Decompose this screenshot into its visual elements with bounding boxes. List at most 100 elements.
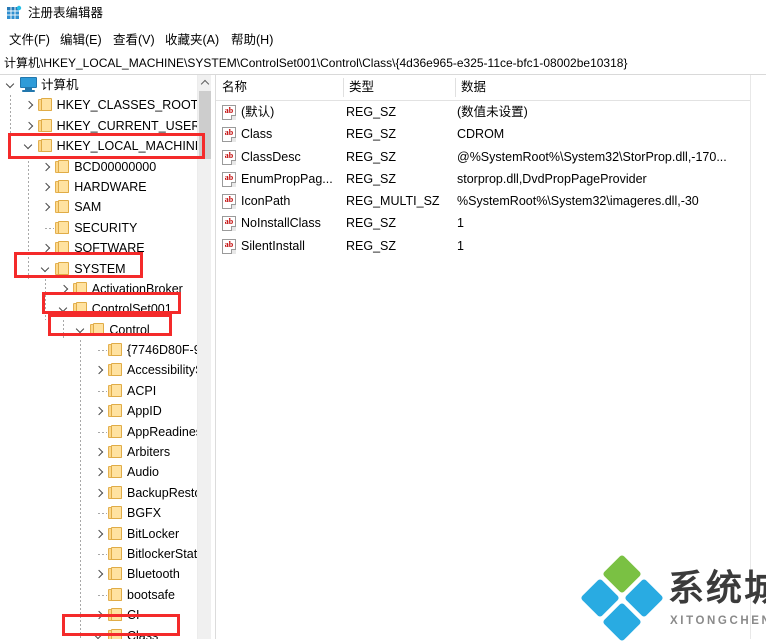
address-bar[interactable]: 计算机\HKEY_LOCAL_MACHINE\SYSTEM\ControlSet…: [0, 52, 766, 74]
chevron-down-icon[interactable]: [39, 259, 53, 279]
chevron-right-icon[interactable]: [57, 279, 71, 299]
folder-icon: [108, 383, 123, 398]
chevron-right-icon[interactable]: [92, 462, 106, 482]
folder-icon: [108, 465, 123, 479]
value-data: storprop.dll,DvdPropPageProvider: [457, 171, 647, 186]
tree-vertical-scrollbar[interactable]: [197, 75, 212, 639]
tree-item-system[interactable]: SYSTEM: [0, 259, 197, 279]
chevron-right-icon[interactable]: [92, 524, 106, 544]
chevron-down-icon[interactable]: [74, 320, 88, 340]
column-header-data[interactable]: 数据: [455, 75, 766, 100]
tree-item-label: CI: [127, 608, 140, 623]
chevron-right-icon[interactable]: [92, 564, 106, 584]
value-data: (数值未设置): [457, 105, 528, 119]
chevron-right-icon[interactable]: [22, 95, 36, 115]
folder-icon: [55, 241, 70, 255]
tree-item-label: HKEY_CURRENT_USER: [56, 118, 198, 133]
values-pane[interactable]: 名称 类型 数据 ab (默认) REG_SZ (数值未设置) ab Class REG_S…: [216, 75, 766, 639]
folder-icon: [108, 363, 123, 377]
tree-item-activationbroker[interactable]: ActivationBroker: [0, 279, 197, 299]
tree-item-label: BackupResto: [127, 485, 198, 500]
folder-icon: [72, 302, 88, 316]
value-row[interactable]: ab EnumPropPag... REG_SZ storprop.dll,DvdPr…: [216, 168, 766, 190]
tree-item-control[interactable]: Control: [0, 320, 197, 340]
menu-help[interactable]: 帮助(H): [228, 31, 276, 49]
chevron-right-icon[interactable]: [39, 157, 53, 177]
tree-item-audio[interactable]: Audio: [0, 462, 197, 482]
chevron-right-icon[interactable]: [92, 483, 106, 503]
value-row[interactable]: ab NoInstallClass REG_SZ 1: [216, 212, 766, 234]
tree-item-bluetooth[interactable]: Bluetooth: [0, 564, 197, 584]
tree-item-hkey-classes-root[interactable]: HKEY_CLASSES_ROOT: [0, 95, 198, 115]
tree-item-bitlocker[interactable]: BitLocker: [0, 524, 197, 544]
folder-icon: [37, 118, 53, 133]
tree-item-appid[interactable]: AppID: [0, 401, 197, 421]
chevron-right-icon[interactable]: [39, 238, 53, 258]
value-row[interactable]: ab SilentInstall REG_SZ 1: [216, 235, 766, 257]
tree-indent-tick: [98, 350, 107, 352]
menu-favorites[interactable]: 收藏夹(A): [162, 31, 222, 49]
value-data: CDROM: [457, 127, 505, 142]
value-row[interactable]: ab IconPath REG_MULTI_SZ %SystemRoot%\Syste…: [216, 190, 766, 212]
chevron-right-icon[interactable]: [22, 116, 36, 136]
string-value-icon: ab: [222, 105, 236, 120]
tree-item-hkey-local-machine[interactable]: HKEY_LOCAL_MACHINE: [0, 136, 198, 156]
value-name: ClassDesc: [241, 149, 301, 164]
string-value-icon: ab: [222, 194, 236, 210]
tree-indent-guide: [27, 156, 29, 279]
folder-icon: [55, 159, 70, 174]
address-path: 计算机\HKEY_LOCAL_MACHINE\SYSTEM\ControlSet…: [4, 56, 628, 70]
tree-item-label: BitlockerStatu: [127, 546, 198, 561]
value-row[interactable]: ab Class REG_SZ CDROM: [216, 123, 766, 145]
tree-item-backupresto[interactable]: BackupResto: [0, 483, 198, 503]
folder-icon: [108, 546, 123, 561]
tree-item-hkey-current-user[interactable]: HKEY_CURRENT_USER: [0, 116, 198, 136]
menu-edit[interactable]: 编辑(E): [57, 31, 105, 49]
tree-item-hardware[interactable]: HARDWARE: [0, 177, 197, 197]
tree-item-ci[interactable]: CI: [0, 605, 197, 625]
tree-item-label: ACPI: [127, 383, 157, 398]
value-row[interactable]: ab ClassDesc REG_SZ @%SystemRoot%\System32\…: [216, 146, 766, 168]
window-title: 注册表编辑器: [28, 6, 104, 20]
tree-item-security[interactable]: SECURITY: [0, 218, 197, 238]
scrollbar-thumb[interactable]: [199, 91, 211, 159]
chevron-right-icon[interactable]: [39, 197, 53, 217]
tree-item-label: Bluetooth: [127, 567, 180, 582]
chevron-down-icon[interactable]: [57, 299, 71, 319]
registry-tree-pane[interactable]: 计算机 HKEY_CLASSES_ROOT HKEY_CURRENT_USER HKE…: [0, 75, 198, 639]
chevron-right-icon[interactable]: [92, 401, 106, 421]
watermark-domain: XITONGCHENG.COM: [670, 615, 766, 627]
chevron-down-icon[interactable]: [22, 136, 36, 156]
tree-item-arbiters[interactable]: Arbiters: [0, 442, 197, 462]
computer-icon: [20, 77, 37, 92]
menu-file[interactable]: 文件(F): [6, 31, 53, 49]
chevron-right-icon[interactable]: [92, 605, 106, 625]
value-type: REG_SZ: [346, 149, 397, 164]
chevron-down-icon[interactable]: [4, 75, 18, 95]
folder-icon: [55, 200, 70, 214]
tree-item-class[interactable]: Class: [0, 626, 197, 639]
tree-item-label: HKEY_CLASSES_ROOT: [56, 98, 198, 113]
tree-item-[interactable]: 计算机: [0, 75, 197, 95]
chevron-down-icon[interactable]: [92, 626, 106, 639]
column-header-name[interactable]: 名称: [216, 75, 343, 100]
chevron-right-icon[interactable]: [92, 360, 106, 380]
folder-icon: [90, 322, 105, 337]
tree-item-controlset001[interactable]: ControlSet001: [0, 299, 197, 319]
folder-icon: [72, 281, 88, 296]
tree-item-accessibilitys[interactable]: AccessibilityS: [0, 360, 198, 380]
chevron-right-icon[interactable]: [39, 177, 53, 197]
value-row[interactable]: ab (默认) REG_SZ (数值未设置): [216, 101, 766, 123]
tree-item-label: bootsafe: [127, 587, 175, 602]
tree-item-software[interactable]: SOFTWARE: [0, 238, 197, 258]
watermark-name: 系统城: [668, 567, 766, 608]
column-header-type[interactable]: 类型: [343, 75, 455, 100]
registry-editor-icon: [6, 5, 22, 21]
chevron-right-icon[interactable]: [92, 442, 106, 462]
values-list: ab (默认) REG_SZ (数值未设置) ab Class REG_SZ CDROM ab C…: [216, 101, 766, 257]
menu-view[interactable]: 查看(V): [110, 31, 158, 49]
tree-item-sam[interactable]: SAM: [0, 197, 197, 217]
tree-item-bcd00000000[interactable]: BCD00000000: [0, 157, 197, 177]
registry-editor-window: 注册表编辑器 文件(F) 编辑(E) 查看(V) 收藏夹(A) 帮助(H) 计算…: [0, 0, 766, 642]
scroll-up-arrow-icon[interactable]: [198, 75, 212, 90]
